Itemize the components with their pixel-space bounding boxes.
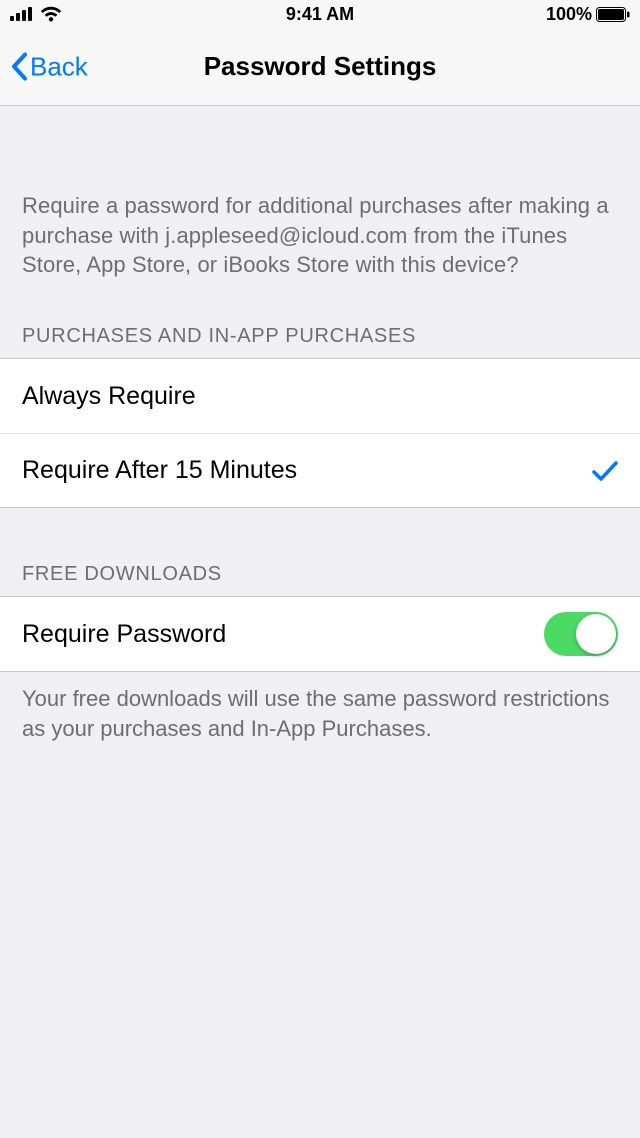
purchases-header: PURCHASES AND IN-APP PURCHASES (0, 280, 640, 358)
free-downloads-footer: Your free downloads will use the same pa… (0, 672, 640, 743)
option-require-after-15[interactable]: Require After 15 Minutes (0, 433, 640, 507)
navigation-bar: Back Password Settings (0, 28, 640, 106)
checkmark-icon (592, 460, 618, 482)
require-password-label: Require Password (22, 620, 226, 649)
back-button[interactable]: Back (10, 51, 88, 82)
chevron-left-icon (10, 52, 28, 82)
free-downloads-header: FREE DOWNLOADS (0, 508, 640, 596)
wifi-icon (40, 6, 62, 22)
option-always-require[interactable]: Always Require (0, 359, 640, 433)
require-password-toggle[interactable] (544, 612, 618, 656)
toggle-knob (576, 614, 616, 654)
purchases-options-group: Always Require Require After 15 Minutes (0, 358, 640, 508)
free-downloads-group: Require Password (0, 596, 640, 672)
section-description: Require a password for additional purcha… (0, 106, 640, 280)
require-password-row: Require Password (0, 597, 640, 671)
option-label: Always Require (22, 382, 196, 411)
back-label: Back (30, 51, 88, 82)
status-time: 9:41 AM (286, 4, 354, 25)
battery-icon (596, 7, 630, 22)
option-label: Require After 15 Minutes (22, 456, 297, 485)
cellular-signal-icon (10, 7, 34, 21)
page-title: Password Settings (204, 51, 437, 82)
content: Require a password for additional purcha… (0, 106, 640, 743)
battery-percent: 100% (546, 4, 592, 25)
status-bar: 9:41 AM 100% (0, 0, 640, 28)
